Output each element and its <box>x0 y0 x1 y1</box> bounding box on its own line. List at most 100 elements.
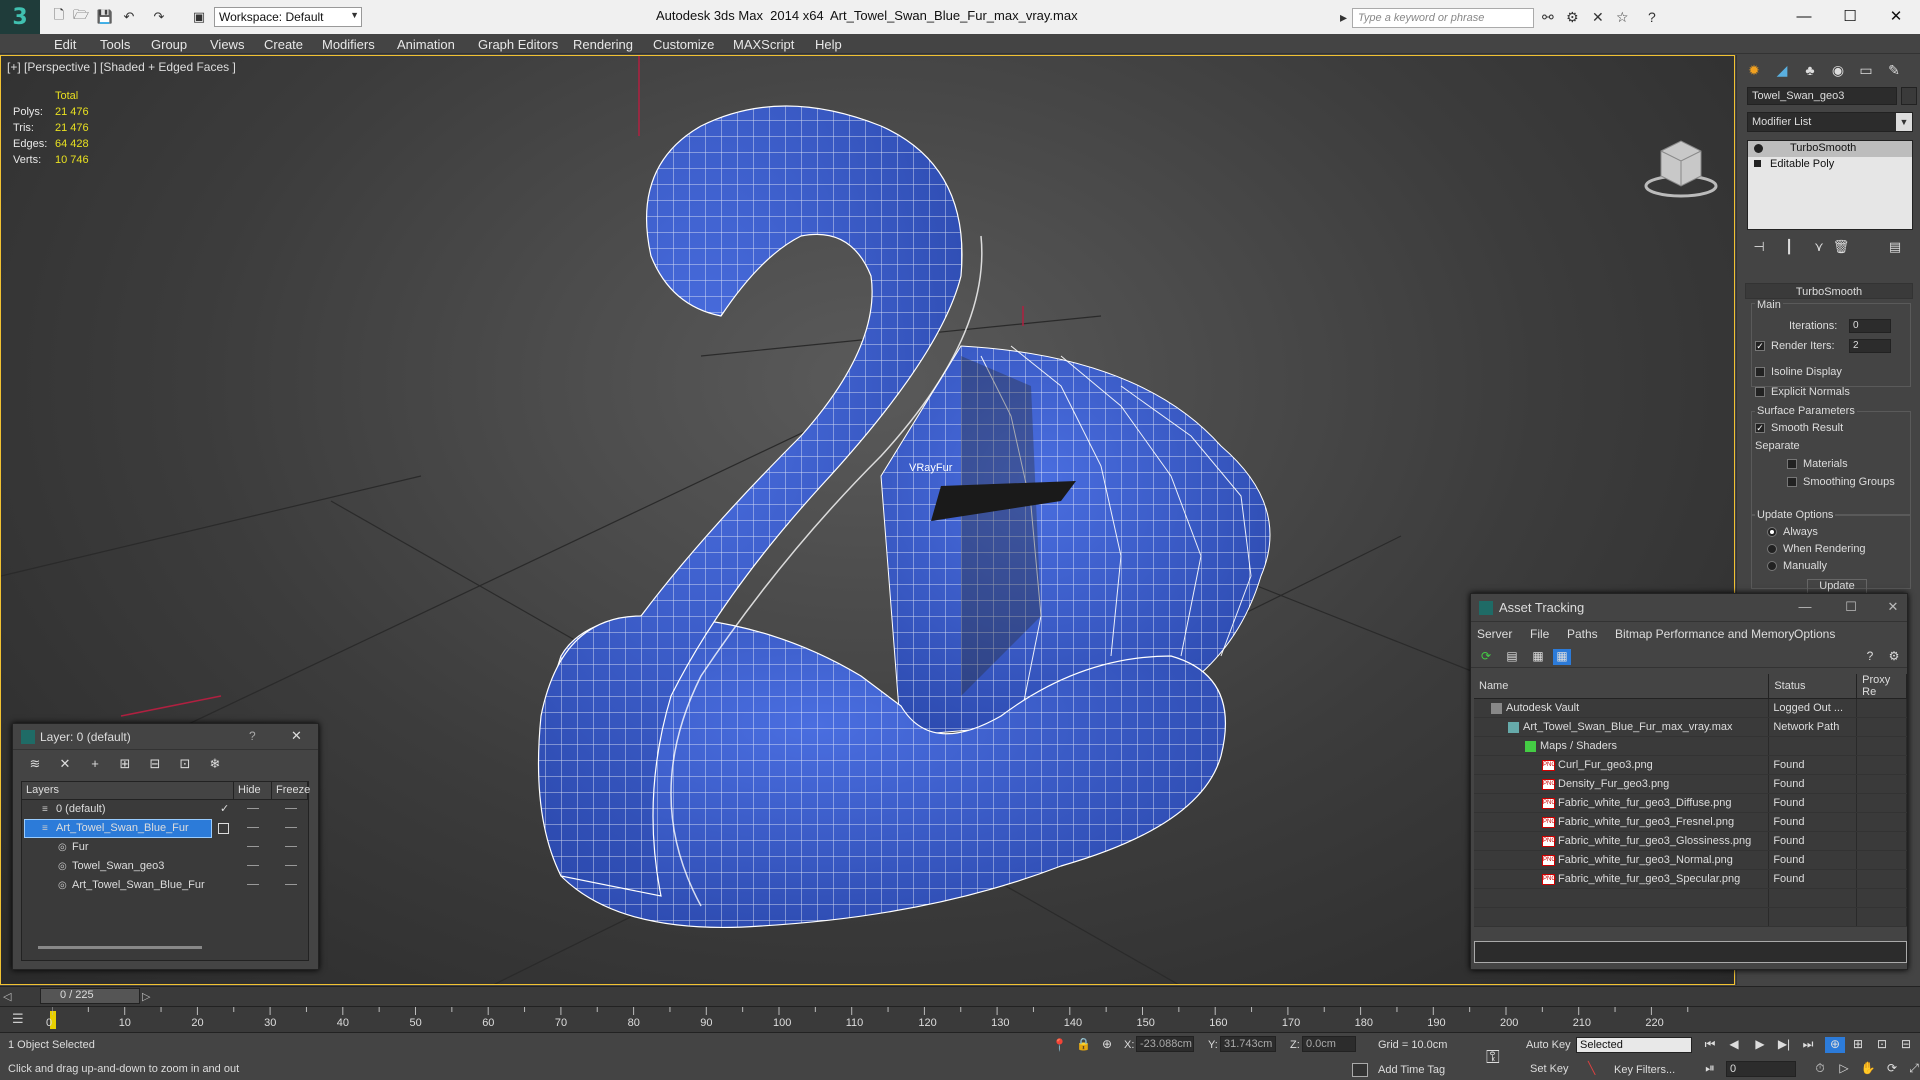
select-objects-icon[interactable]: ⊞ <box>115 756 135 774</box>
menu-paths[interactable]: Paths <box>1567 627 1598 641</box>
delete-layer-icon[interactable]: ✕ <box>55 756 75 774</box>
menu-graph-editors[interactable]: Graph Editors <box>478 37 558 52</box>
iterations-spinner[interactable]: 0 <box>1849 319 1891 333</box>
render-iters-spinner[interactable]: 2 <box>1849 339 1891 353</box>
configure-sets-icon[interactable]: ▤ <box>1885 239 1905 259</box>
hide-toggle[interactable] <box>247 865 259 866</box>
modifier-list-dropdown[interactable]: Modifier List ▼ <box>1747 112 1913 132</box>
menu-views[interactable]: Views <box>210 37 244 52</box>
orbit-icon[interactable]: ⟳ <box>1882 1061 1902 1077</box>
set-current-layer-icon[interactable] <box>218 823 229 834</box>
smooth-result-checkbox[interactable]: ✓ <box>1755 423 1765 433</box>
column-header-hide[interactable]: Hide <box>234 782 272 799</box>
asset-row[interactable]: PNG Fabric_white_fur_geo3_Fresnel.png Foun… <box>1474 812 1907 832</box>
set-key-icon[interactable]: ⚿ <box>1486 1047 1500 1068</box>
help-icon[interactable]: ? <box>1648 9 1656 25</box>
viewcube[interactable] <box>1644 140 1718 198</box>
column-header-name[interactable]: Name <box>1474 674 1770 699</box>
freeze-toggle[interactable] <box>285 808 297 809</box>
field-of-view-icon[interactable]: ▷ <box>1834 1061 1854 1077</box>
undo-icon[interactable]: ↶ <box>120 8 138 26</box>
isolate-icon[interactable]: 📍 <box>1052 1038 1067 1052</box>
hide-toggle[interactable] <box>247 808 259 809</box>
key-filters-button[interactable]: Key Filters... <box>1614 1064 1675 1076</box>
stack-item-turbosmooth[interactable]: TurboSmooth <box>1748 141 1912 157</box>
when-rendering-radio[interactable] <box>1767 544 1777 554</box>
minimize-button[interactable]: — <box>1791 599 1819 614</box>
expand-search-icon[interactable]: ▸ <box>1340 9 1347 26</box>
column-header-proxy[interactable]: Proxy Re <box>1856 674 1907 699</box>
freeze-layers-icon[interactable]: ❄ <box>205 756 225 774</box>
layer-row[interactable]: ◎ Fur <box>22 838 308 857</box>
close-button[interactable]: ✕ <box>1879 599 1907 615</box>
freeze-toggle[interactable] <box>285 865 297 866</box>
settings-icon[interactable]: ⚙ <box>1885 649 1903 665</box>
render-iters-checkbox[interactable]: ✓ <box>1755 341 1765 351</box>
menu-modifiers[interactable]: Modifiers <box>322 37 375 52</box>
asset-row[interactable]: Autodesk Vault Logged Out ... <box>1474 698 1907 718</box>
y-coordinate-field[interactable]: 31.743cm <box>1220 1036 1276 1052</box>
add-layer-icon[interactable]: + <box>85 756 105 774</box>
menu-group[interactable]: Group <box>151 37 187 52</box>
hide-toggle[interactable] <box>247 884 259 885</box>
new-file-icon[interactable]: 🗋 <box>50 7 68 26</box>
search-input[interactable]: Type a keyword or phrase <box>1352 8 1534 28</box>
materials-checkbox[interactable] <box>1787 459 1797 469</box>
remove-modifier-icon[interactable]: 🗑 <box>1831 239 1851 259</box>
column-header-layers[interactable]: Layers <box>22 782 234 799</box>
refresh-icon[interactable]: ⟳ <box>1477 649 1495 665</box>
time-slider[interactable]: ◁ 0 / 225 ▷ <box>0 986 1920 1006</box>
key-mode-dropdown[interactable]: Selected <box>1576 1037 1692 1053</box>
smoothing-groups-checkbox[interactable] <box>1787 477 1797 487</box>
asset-row[interactable]: Art_Towel_Swan_Blue_Fur_max_vray.max Netw… <box>1474 717 1907 737</box>
close-button[interactable]: ✕ <box>1876 5 1916 27</box>
open-file-icon[interactable]: 🗁 <box>72 7 90 26</box>
help-icon[interactable]: ? <box>1861 649 1879 665</box>
menu-file[interactable]: File <box>1530 627 1549 641</box>
zoom-all-icon[interactable]: ⊞ <box>1848 1037 1868 1053</box>
column-header-status[interactable]: Status <box>1768 674 1858 699</box>
pan-icon[interactable]: ✋ <box>1858 1061 1878 1077</box>
workspace-dropdown[interactable]: Workspace: Default ▼ <box>214 7 362 27</box>
horizontal-scrollbar[interactable] <box>38 946 202 949</box>
layer-dialog-titlebar[interactable]: Layer: 0 (default) <box>13 724 318 750</box>
pin-stack-icon[interactable]: ⊣ <box>1749 239 1769 259</box>
layer-row[interactable]: ≡ 0 (default) ✓ <box>22 800 308 819</box>
prev-frame-icon[interactable]: ◁ <box>3 990 11 1003</box>
layer-manager-icon[interactable]: ≋ <box>25 756 45 774</box>
turbosmooth-rollout-header[interactable]: TurboSmooth <box>1745 283 1913 299</box>
lock-icon[interactable]: 🔒 <box>1076 1037 1091 1051</box>
menu-rendering[interactable]: Rendering <box>573 37 633 52</box>
list-view-icon[interactable]: ▤ <box>1503 649 1521 665</box>
asset-row[interactable]: PNG Fabric_white_fur_geo3_Specular.png Fou… <box>1474 869 1907 889</box>
binoculars-icon[interactable]: ⚯ <box>1542 9 1554 26</box>
create-tab-icon[interactable]: ✹ <box>1741 59 1767 81</box>
zoom-extents-all-icon[interactable]: ⊟ <box>1896 1037 1916 1053</box>
menu-edit[interactable]: Edit <box>54 37 76 52</box>
current-layer-check-icon[interactable]: ✓ <box>220 802 229 815</box>
highlight-layer-icon[interactable]: ⊟ <box>145 756 165 774</box>
hide-layers-icon[interactable]: ⊡ <box>175 756 195 774</box>
menu-animation[interactable]: Animation <box>397 37 455 52</box>
menu-tools[interactable]: Tools <box>100 37 130 52</box>
make-unique-icon[interactable]: ⋎ <box>1809 239 1829 259</box>
maximize-button[interactable]: ☐ <box>1830 5 1870 27</box>
auto-key-button[interactable]: Auto Key <box>1526 1039 1571 1051</box>
table-view-icon[interactable]: ▦ <box>1529 649 1547 665</box>
menu-options[interactable]: Options <box>1794 627 1835 641</box>
minimize-button[interactable]: — <box>1784 5 1824 27</box>
layer-row[interactable]: ≡ Art_Towel_Swan_Blue_Fur <box>22 819 308 838</box>
menu-server[interactable]: Server <box>1477 627 1512 641</box>
menu-maxscript[interactable]: MAXScript <box>733 37 794 52</box>
time-config-icon[interactable]: ⏱ <box>1810 1061 1830 1077</box>
asset-row[interactable]: PNG Density_Fur_geo3.png Found <box>1474 774 1907 794</box>
explicit-normals-checkbox[interactable] <box>1755 387 1765 397</box>
modify-tab-icon[interactable]: ◢ <box>1769 59 1795 81</box>
subscription-icon[interactable]: ⚙ <box>1566 9 1579 26</box>
object-color-swatch[interactable] <box>1901 87 1917 105</box>
favorites-star-icon[interactable]: ☆ <box>1616 9 1629 26</box>
menu-customize[interactable]: Customize <box>653 37 714 52</box>
isoline-checkbox[interactable] <box>1755 367 1765 377</box>
next-frame-icon[interactable]: ▷ <box>142 990 150 1003</box>
maximize-button[interactable]: ☐ <box>1837 599 1865 615</box>
